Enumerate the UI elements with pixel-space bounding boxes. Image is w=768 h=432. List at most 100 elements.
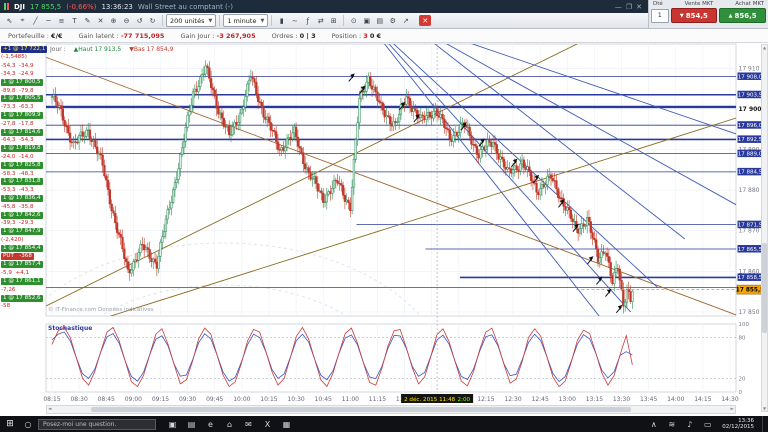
- svg-text:13:45: 13:45: [640, 396, 657, 403]
- position-row: -58: [1, 302, 46, 310]
- position-price-tag[interactable]: 1 @ 17 825,8: [1, 161, 43, 169]
- portfolio-value: €/€: [51, 31, 63, 40]
- zoom-out-icon[interactable]: ⊖: [120, 15, 133, 27]
- sell-market-button[interactable]: ▼ 854,5: [670, 8, 718, 23]
- edge-browser-icon[interactable]: e: [204, 420, 217, 429]
- svg-text:17 896,0: 17 896,0: [738, 123, 763, 129]
- svg-text:09:00: 09:00: [125, 396, 142, 403]
- position-price-tag[interactable]: 1 @ 17 814,6: [1, 128, 43, 136]
- indicators-icon[interactable]: ƒ: [301, 15, 314, 27]
- buy-market-button[interactable]: ▲ 856,5: [719, 8, 766, 23]
- position-price-tag[interactable]: 1 @ 17 809,9: [1, 112, 43, 120]
- position-price-tag[interactable]: 1 @ 17 842,6: [1, 211, 43, 219]
- volume-icon[interactable]: ♪: [683, 420, 696, 429]
- pencil-icon[interactable]: ✎: [81, 15, 94, 27]
- store-icon[interactable]: ⌂: [223, 420, 236, 429]
- zoom-in-icon[interactable]: ⊕: [107, 15, 120, 27]
- excel-icon[interactable]: X: [261, 420, 274, 429]
- position-price-tag[interactable]: 1 @ 17 831,8: [1, 178, 43, 186]
- task-view-icon[interactable]: ▣: [166, 420, 179, 429]
- scroll-left-icon[interactable]: ◄: [48, 407, 51, 412]
- position-pnl-value: -89,8 -79,8: [1, 87, 34, 94]
- horizontal-scrollbar[interactable]: ◄ ►: [46, 405, 736, 414]
- chart-canvas[interactable]: 08:15 08:30 08:45 09:00 09:15 09:30 09:45 10:00…: [0, 43, 768, 416]
- timeframe-select[interactable]: 1 minute ▼: [223, 14, 269, 27]
- position-row: 1 @ 17 854,4: [1, 244, 46, 252]
- position-price-tag[interactable]: 1 @ 17 854,4: [1, 244, 43, 252]
- position-price-tag[interactable]: PUT -368: [1, 253, 34, 261]
- network-icon[interactable]: ≋: [665, 420, 678, 429]
- file-explorer-icon[interactable]: ▤: [185, 420, 198, 429]
- position-price-tag[interactable]: 1 @ 17 819,8: [1, 145, 43, 153]
- horizontal-line-icon[interactable]: ─: [42, 15, 55, 27]
- toolbar-separator: [219, 15, 221, 26]
- minimize-button[interactable]: —: [615, 3, 622, 11]
- tray-expand-icon[interactable]: ∧: [647, 420, 660, 429]
- undo-icon[interactable]: ↺: [133, 15, 146, 27]
- candlestick-chart-icon[interactable]: ▮: [275, 15, 288, 27]
- quantity-field[interactable]: 1: [651, 8, 669, 23]
- position-pnl-value: (-2,420): [1, 236, 24, 243]
- svg-text:12:45: 12:45: [532, 396, 549, 403]
- taskbar-clock[interactable]: 13:36 02/12/2015: [722, 418, 754, 431]
- scroll-down-icon[interactable]: ▼: [763, 406, 766, 411]
- close-chart-button[interactable]: ✕: [419, 15, 432, 26]
- settings-icon[interactable]: ⚙: [386, 15, 399, 27]
- position-price-tag[interactable]: 1 @ 17 852,6: [1, 294, 43, 302]
- cursor-icon[interactable]: ⇖: [3, 15, 16, 27]
- taskbar-search-input[interactable]: Posez-moi une question.: [38, 418, 156, 430]
- trendline-icon[interactable]: ╱: [29, 15, 42, 27]
- eraser-icon[interactable]: ✕: [94, 15, 107, 27]
- snapshot-icon[interactable]: ▣: [360, 15, 373, 27]
- text-tool-icon[interactable]: T: [68, 15, 81, 27]
- vertical-scrollbar[interactable]: ▲ ▼: [761, 44, 768, 412]
- notification-icon[interactable]: ▭: [701, 420, 714, 429]
- position-price-tag[interactable]: +1 @ 17 722,1: [1, 45, 48, 53]
- position-row: 1 @ 17 809,9: [1, 111, 46, 120]
- fibonacci-icon[interactable]: ≡: [55, 15, 68, 27]
- horizontal-scroll-thumb[interactable]: [91, 407, 631, 412]
- vertical-scroll-thumb[interactable]: [762, 243, 767, 333]
- position-price-tag[interactable]: 1 @ 17 847,9: [1, 228, 43, 236]
- position-price-tag[interactable]: 1 @ 17 836,4: [1, 194, 43, 202]
- position-price-tag[interactable]: 1 @ 17 861,1: [1, 277, 43, 285]
- chevron-down-icon: ▼: [208, 17, 213, 24]
- maximize-button[interactable]: ❐: [626, 3, 632, 11]
- mail-icon[interactable]: ✉: [242, 420, 255, 429]
- position-row: 1 @ 17 831,8: [1, 178, 46, 186]
- close-button[interactable]: ✕: [636, 3, 642, 11]
- svg-text:11:00: 11:00: [342, 396, 359, 403]
- units-select[interactable]: 200 unités ▼: [166, 14, 217, 27]
- last-price-label: 17 855,5: [30, 2, 62, 11]
- toolbar-separator: [162, 15, 163, 26]
- new-window-icon[interactable]: ↗: [399, 15, 412, 27]
- redo-icon[interactable]: ↻: [146, 15, 159, 27]
- position-row: 1 @ 17 825,8: [1, 161, 46, 169]
- svg-text:12:30: 12:30: [504, 396, 521, 403]
- alert-icon[interactable]: ⊙: [347, 15, 360, 27]
- crosshair-icon[interactable]: ⌖: [16, 15, 29, 27]
- cursor-date-chip: 2 déc. 2015 11:48 2:00: [401, 394, 474, 403]
- svg-text:0: 0: [739, 390, 743, 396]
- compare-icon[interactable]: ⇄: [314, 15, 327, 27]
- position-price-tag[interactable]: 1 @ 17 805,5: [1, 95, 43, 103]
- svg-text:17 870: 17 870: [739, 228, 760, 235]
- show-desktop-button[interactable]: [762, 416, 766, 432]
- svg-text:100: 100: [739, 322, 750, 328]
- scroll-right-icon[interactable]: ►: [731, 407, 734, 412]
- grid-icon[interactable]: ⊞: [327, 15, 340, 27]
- trading-app-icon[interactable]: ▦: [280, 420, 293, 429]
- position-pnl-value: (-1,5485): [1, 54, 27, 61]
- start-button[interactable]: ⊞: [2, 419, 18, 429]
- position-row: PUT -368: [1, 252, 46, 261]
- svg-text:14:30: 14:30: [721, 396, 738, 403]
- svg-text:17 865,5: 17 865,5: [738, 247, 763, 253]
- cortana-icon[interactable]: ○: [22, 420, 34, 429]
- position-price-tag[interactable]: 1 @ 17 800,5: [1, 78, 43, 86]
- position-price-tag[interactable]: 1 @ 17 857,4: [1, 261, 43, 269]
- change-percent-label: (-0,66%): [66, 2, 97, 11]
- print-icon[interactable]: ▤: [373, 15, 386, 27]
- line-chart-icon[interactable]: ∼: [288, 15, 301, 27]
- buy-mkt-label: Achat MKT: [735, 1, 764, 7]
- scroll-up-icon[interactable]: ▲: [763, 45, 766, 50]
